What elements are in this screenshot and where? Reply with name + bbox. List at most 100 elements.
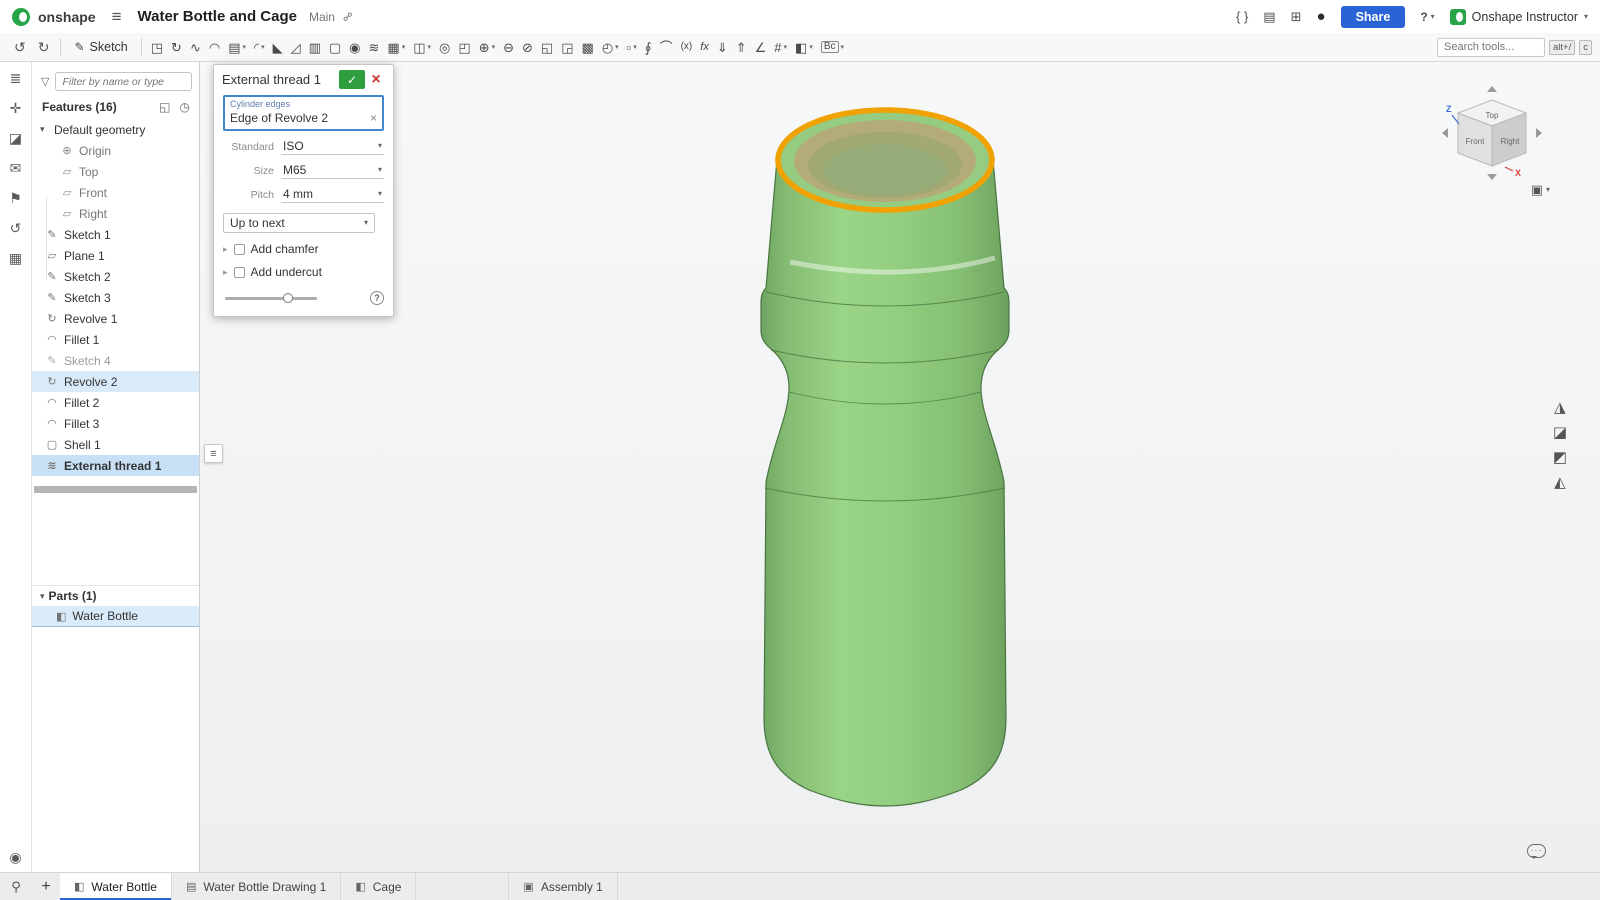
variable-studio-icon[interactable]: fx xyxy=(696,33,713,61)
hidden-edges-icon[interactable]: ◩ xyxy=(1553,450,1567,465)
tab-cage[interactable]: ◧ Cage xyxy=(341,873,417,900)
filter-input[interactable] xyxy=(55,72,192,91)
panel-popout-button[interactable]: ≡ xyxy=(204,444,223,463)
zoom-tools-icon[interactable]: ◉ xyxy=(9,850,21,864)
add-chamfer-checkbox[interactable] xyxy=(233,243,245,255)
feature-list-icon[interactable]: ≣ xyxy=(10,71,22,85)
shell-icon[interactable]: ▢ xyxy=(325,33,345,61)
dropdown-caret-icon[interactable]: ▾ xyxy=(402,43,406,51)
feature-row-plane-1[interactable]: ▱ Plane 1 xyxy=(32,245,199,266)
search-tabs-icon[interactable]: ⚲ xyxy=(0,873,32,900)
configurations-icon[interactable]: ✛ xyxy=(10,101,22,115)
chamfer-icon[interactable]: ◣ xyxy=(269,33,287,61)
dropdown-caret-icon[interactable]: ▾ xyxy=(428,43,432,51)
model-canvas[interactable]: Top Front Right Z X xyxy=(200,62,1600,872)
dropdown-caret-icon[interactable]: ▾ xyxy=(809,43,813,51)
document-title[interactable]: Water Bottle and Cage xyxy=(138,8,297,25)
tab-water-bottle[interactable]: ◧ Water Bottle xyxy=(60,873,172,900)
opacity-slider[interactable] xyxy=(225,292,317,303)
help-menu[interactable]: ? ▾ xyxy=(1420,10,1434,24)
feature-row-default-geometry[interactable]: ▾ Default geometry xyxy=(32,119,199,140)
dropdown-caret-icon[interactable]: ▾ xyxy=(784,43,788,51)
feature-row-top-plane[interactable]: ▱ Top xyxy=(32,161,199,182)
cancel-button[interactable]: × xyxy=(365,70,387,89)
learning-center-icon[interactable]: ● xyxy=(1317,8,1326,25)
link-icon[interactable]: ⚯ xyxy=(340,8,357,25)
thread-icon[interactable]: ≋ xyxy=(365,33,384,61)
share-button[interactable]: Share xyxy=(1340,5,1406,28)
redo-button[interactable]: ↻ xyxy=(32,39,56,56)
feature-row-fillet-2[interactable]: ◠ Fillet 2 xyxy=(32,392,199,413)
help-chat-icon[interactable]: ··· xyxy=(1527,844,1546,859)
projected-curve-icon[interactable]: ⌒ xyxy=(656,33,677,61)
chevron-right-icon[interactable]: ▸ xyxy=(223,267,228,278)
branch-name[interactable]: Main xyxy=(309,10,335,24)
app-store-icon[interactable]: ⊞ xyxy=(1291,9,1302,25)
transform-icon[interactable]: ⊕ ▾ xyxy=(475,33,499,61)
extrude-icon[interactable]: ◳ xyxy=(147,33,167,61)
helix-icon[interactable]: ∮ xyxy=(641,33,656,61)
confirm-button[interactable]: ✓ xyxy=(339,70,365,89)
feature-row-sketch-3[interactable]: ✎ Sketch 3 xyxy=(32,287,199,308)
user-menu[interactable]: Onshape Instructor ▾ xyxy=(1449,8,1588,25)
chevron-down-icon[interactable]: ▾ xyxy=(40,591,45,602)
feature-row-sketch-1[interactable]: ✎ Sketch 1 xyxy=(32,224,199,245)
filter-icon[interactable]: ▽ xyxy=(41,75,49,88)
comments-icon[interactable]: ✉ xyxy=(10,161,22,175)
variable-icon[interactable]: (x) xyxy=(677,33,697,61)
undo-button[interactable]: ↺ xyxy=(8,39,32,56)
derived-icon[interactable]: ⇑ xyxy=(732,33,751,61)
named-views-icon[interactable]: ◭ xyxy=(1553,475,1567,490)
water-bottle-model[interactable] xyxy=(760,107,1010,807)
delete-face-icon[interactable]: ⊘ xyxy=(518,33,537,61)
chevron-right-icon[interactable]: ▸ xyxy=(223,244,228,255)
view-cube[interactable]: Top Front Right Z X xyxy=(1442,86,1542,180)
termination-dropdown[interactable]: Up to next ▾ xyxy=(223,213,375,233)
feature-row-origin[interactable]: ⊕ Origin xyxy=(32,140,199,161)
tab-assembly-1[interactable]: ▣ Assembly 1 xyxy=(508,873,618,900)
feature-row-sketch-2[interactable]: ✎ Sketch 2 xyxy=(32,266,199,287)
rotate-left-arrow[interactable] xyxy=(1442,128,1448,138)
linear-pattern-icon[interactable]: ▦ ▾ xyxy=(383,33,409,61)
move-face-icon[interactable]: ◱ xyxy=(537,33,557,61)
tab-water-bottle-drawing-1[interactable]: ▤ Water Bottle Drawing 1 xyxy=(172,873,342,900)
boolean-icon[interactable]: ◎ xyxy=(435,33,454,61)
sheet-metal-icon[interactable]: # ▾ xyxy=(770,33,791,61)
part-row-water-bottle[interactable]: ◧ Water Bottle xyxy=(32,606,199,627)
rotate-down-arrow[interactable] xyxy=(1487,174,1497,180)
add-tab-button[interactable]: + xyxy=(32,873,60,900)
slider-knob[interactable] xyxy=(283,292,293,303)
sweep-icon[interactable]: ∿ xyxy=(186,33,205,61)
chevron-down-icon[interactable]: ▾ xyxy=(40,124,49,135)
dropdown-caret-icon[interactable]: ▾ xyxy=(261,43,265,51)
boundary-surface-icon[interactable]: ◴ ▾ xyxy=(598,33,623,61)
import-icon[interactable]: ⇓ xyxy=(713,33,732,61)
rib-icon[interactable]: ▥ xyxy=(305,33,325,61)
thicken-icon[interactable]: ▤ ▾ xyxy=(224,33,250,61)
feature-row-right-plane[interactable]: ▱ Right xyxy=(32,203,199,224)
help-icon[interactable]: ? xyxy=(370,291,384,305)
standard-dropdown[interactable]: ISO ▾ xyxy=(281,138,384,155)
feature-row-external-thread-1[interactable]: ≋ External thread 1 xyxy=(32,455,199,476)
add-undercut-checkbox[interactable] xyxy=(233,266,245,278)
dropdown-caret-icon[interactable]: ▾ xyxy=(615,43,619,51)
hole-icon[interactable]: ◉ xyxy=(345,33,364,61)
fillet-icon[interactable]: ◜ ▾ xyxy=(250,33,269,61)
dialog-title-bar[interactable]: External thread 1 ✓ × xyxy=(214,65,393,92)
section-view-icon[interactable]: ◪ xyxy=(1553,425,1567,440)
feature-row-sketch-4[interactable]: ✎ Sketch 4 xyxy=(32,350,199,371)
onshape-logo-icon[interactable] xyxy=(12,7,30,26)
rotate-up-arrow[interactable] xyxy=(1487,86,1497,92)
loft-icon[interactable]: ◠ xyxy=(205,33,224,61)
fill-surface-icon[interactable]: ▩ xyxy=(578,33,598,61)
document-menu-icon[interactable]: ≡ xyxy=(112,7,122,27)
feature-row-front-plane[interactable]: ▱ Front xyxy=(32,182,199,203)
search-tools-input[interactable] xyxy=(1437,37,1546,57)
replace-face-icon[interactable]: ◲ xyxy=(557,33,577,61)
dropdown-caret-icon[interactable]: ▾ xyxy=(841,43,845,51)
view-tools-icon[interactable]: ◮ xyxy=(1553,400,1567,415)
rollback-bar[interactable] xyxy=(34,486,197,493)
enclose-icon[interactable]: ▫ ▾ xyxy=(623,33,641,61)
dropdown-caret-icon[interactable]: ▾ xyxy=(492,43,496,51)
graphics-viewport[interactable]: Top Front Right Z X ▣ ▾ ◮ ◪ ◩ ◭ ··· xyxy=(200,62,1600,872)
